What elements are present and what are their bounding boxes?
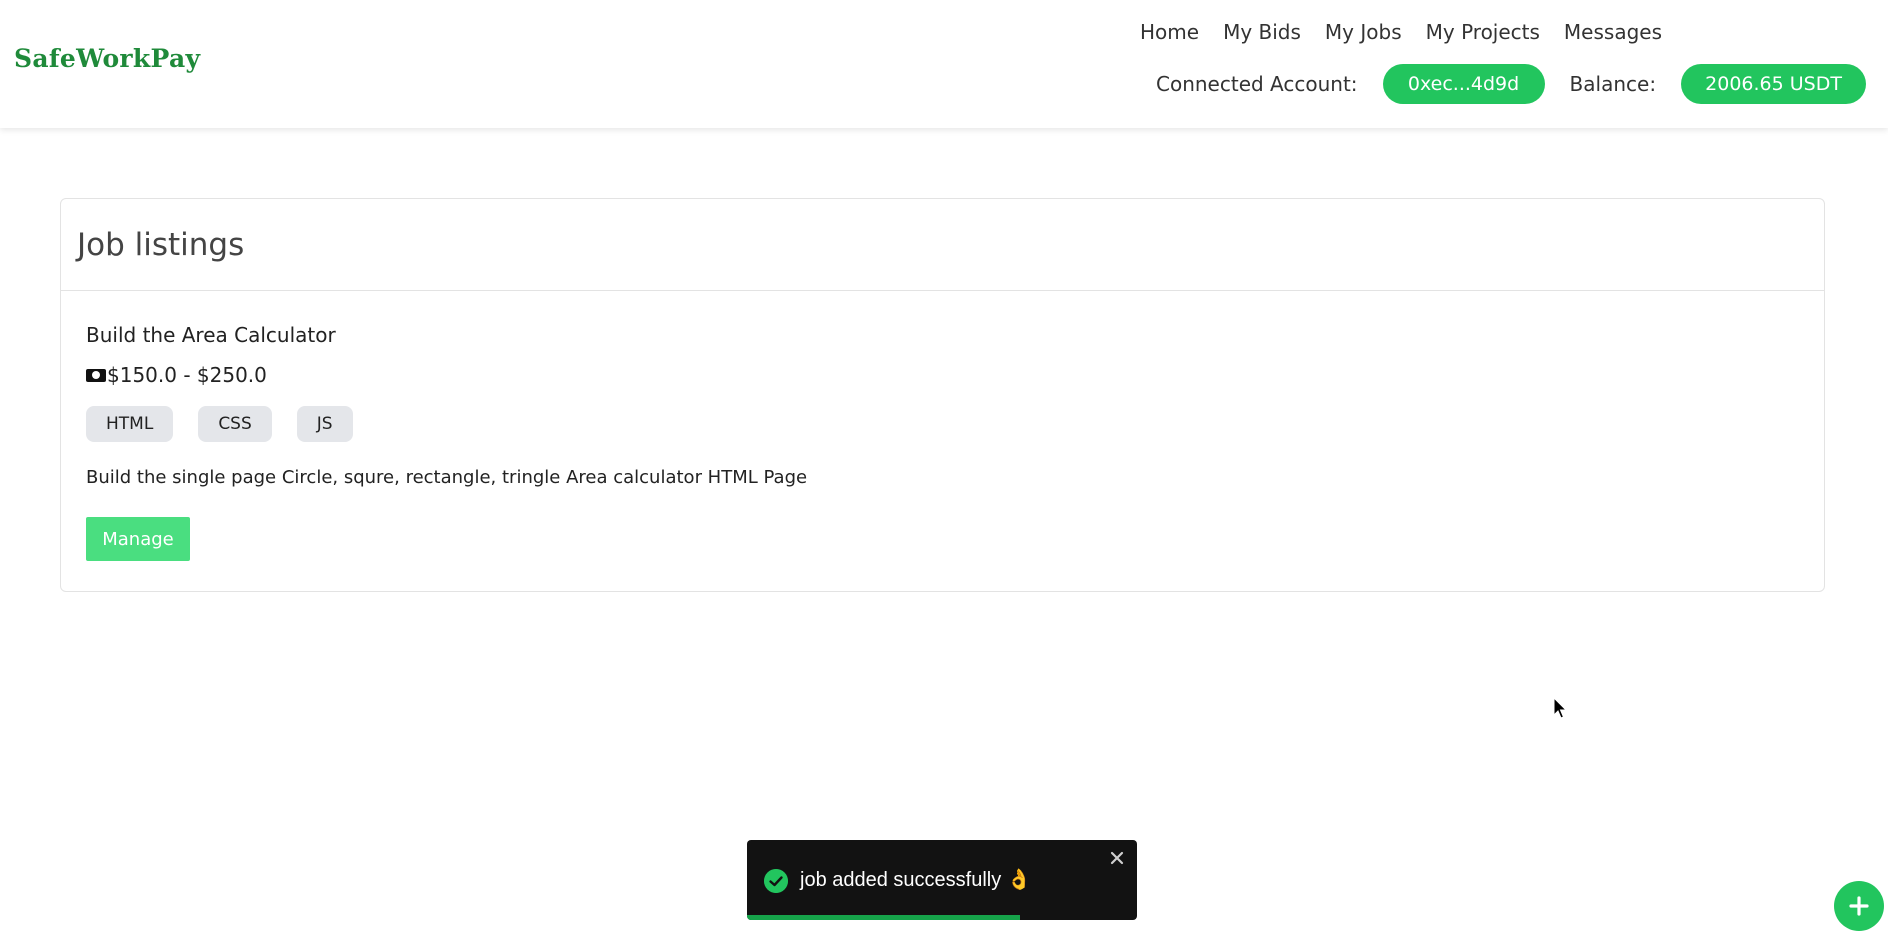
toast-progress-bar <box>747 915 1020 920</box>
job-listings-card: Job listings Build the Area Calculator $… <box>60 198 1825 592</box>
main-nav: Home My Bids My Jobs My Projects Message… <box>1140 20 1662 44</box>
top-navbar: SafeWorkPay Home My Bids My Jobs My Proj… <box>0 0 1888 128</box>
plus-icon <box>1849 896 1869 916</box>
job-tags: HTML CSS JS <box>86 406 353 442</box>
nav-link-my-projects[interactable]: My Projects <box>1426 20 1540 44</box>
toast-message: job added successfully 👌 <box>800 869 1032 891</box>
nav-link-messages[interactable]: Messages <box>1564 20 1662 44</box>
money-icon <box>86 368 106 382</box>
connected-account-label: Connected Account: <box>1156 72 1358 96</box>
skill-tag: CSS <box>198 406 272 442</box>
brand-logo[interactable]: SafeWorkPay <box>14 44 200 73</box>
connected-account-badge[interactable]: 0xec...4d9d <box>1382 64 1545 104</box>
account-info: Connected Account: 0xec...4d9d Balance: … <box>1156 63 1867 105</box>
success-toast: job added successfully 👌 <box>747 840 1137 920</box>
nav-link-my-jobs[interactable]: My Jobs <box>1325 20 1402 44</box>
manage-button[interactable]: Manage <box>86 517 190 561</box>
skill-tag: HTML <box>86 406 174 442</box>
card-header: Job listings <box>61 199 1824 291</box>
job-title: Build the Area Calculator <box>86 323 336 347</box>
skill-tag: JS <box>296 406 353 442</box>
page-title: Job listings <box>77 226 245 263</box>
balance-badge[interactable]: 2006.65 USDT <box>1681 64 1867 104</box>
add-job-button[interactable] <box>1834 881 1884 931</box>
close-icon[interactable] <box>1109 850 1125 866</box>
nav-link-home[interactable]: Home <box>1140 20 1199 44</box>
mouse-pointer-icon <box>1553 697 1568 719</box>
job-budget: $150.0 - $250.0 <box>86 363 267 387</box>
job-budget-range: $150.0 - $250.0 <box>107 363 267 387</box>
nav-link-my-bids[interactable]: My Bids <box>1223 20 1301 44</box>
page: SafeWorkPay Home My Bids My Jobs My Proj… <box>0 0 1888 949</box>
balance-label: Balance: <box>1569 72 1657 96</box>
job-description: Build the single page Circle, squre, rec… <box>86 467 808 488</box>
check-circle-icon <box>764 869 788 893</box>
